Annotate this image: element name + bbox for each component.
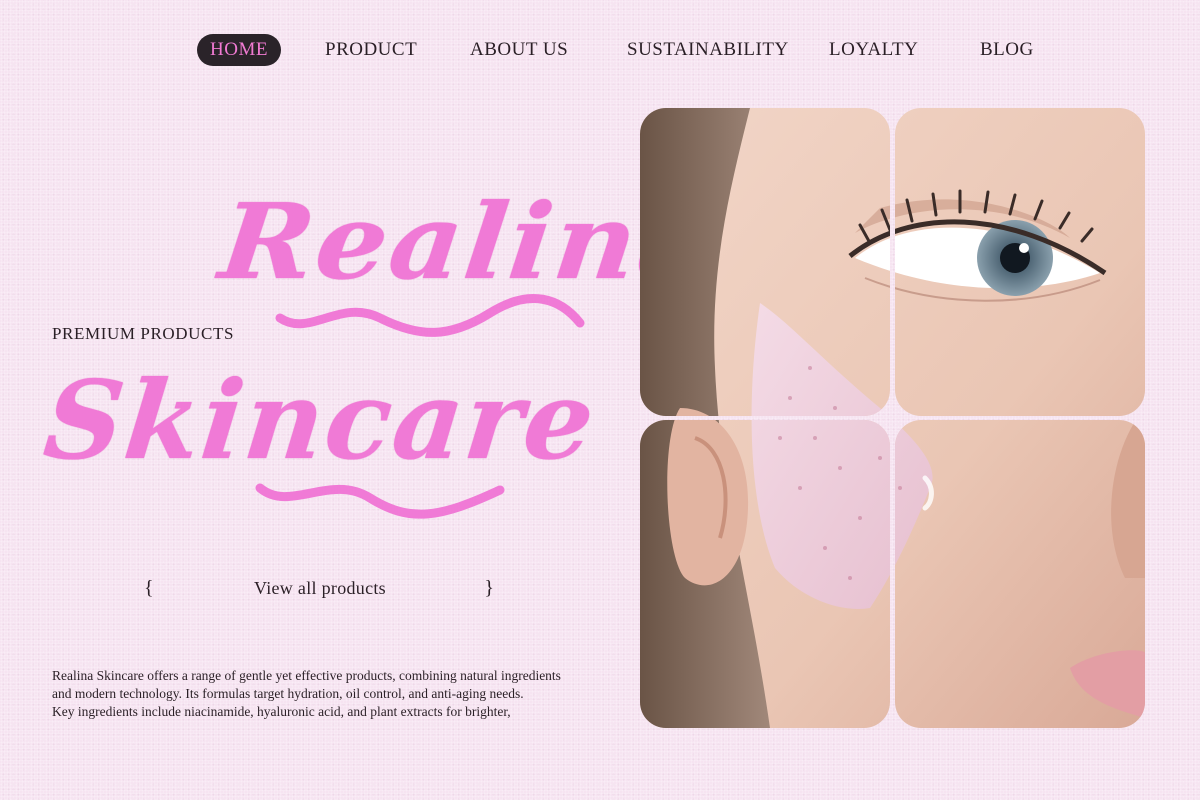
brand-description: Realina Skincare offers a range of gentl… — [52, 667, 612, 721]
hero-photo — [640, 108, 1145, 728]
nav-item-loyalty[interactable]: LOYALTY — [829, 34, 918, 66]
nav-item-home[interactable]: HOME — [197, 34, 281, 66]
cta-label: View all products — [254, 578, 386, 598]
view-all-products-link[interactable]: { View all products } — [140, 574, 500, 602]
cta-close-brace: } — [484, 577, 494, 599]
nav-item-product[interactable]: PRODUCT — [325, 34, 417, 66]
nav-item-sustainability[interactable]: SUSTAINABILITY — [627, 34, 789, 66]
main-navigation: HOME PRODUCT ABOUT US SUSTAINABILITY LOY… — [0, 34, 1200, 66]
nav-item-blog[interactable]: BLOG — [980, 34, 1034, 66]
hero-tagline: PREMIUM PRODUCTS — [52, 324, 234, 343]
description-line: Realina Skincare offers a range of gentl… — [52, 668, 561, 683]
nav-item-about-us[interactable]: ABOUT US — [470, 34, 568, 66]
description-line: and modern technology. Its formulas targ… — [52, 686, 524, 701]
photo-face — [640, 108, 1145, 728]
description-line: Key ingredients include niacinamide, hya… — [52, 704, 511, 719]
hero-product-title: Skincare — [38, 358, 602, 484]
